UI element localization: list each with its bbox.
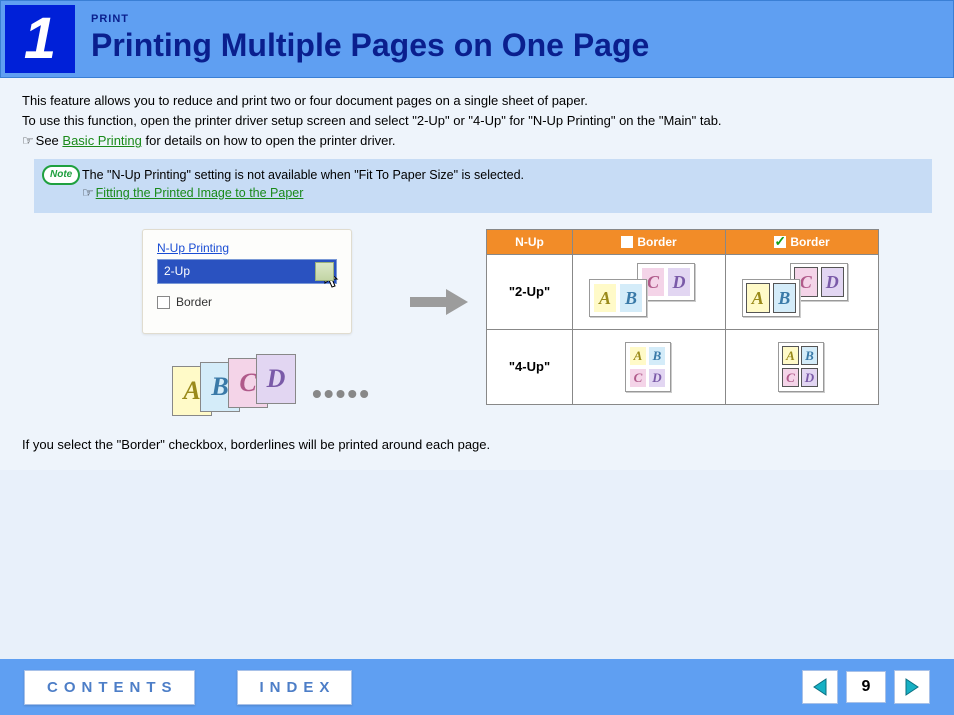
page-title: Printing Multiple Pages on One Page: [91, 27, 649, 64]
th-border-unchecked: Border: [573, 229, 726, 255]
cell-2up-noborder: C D A B: [573, 255, 726, 330]
nup-dropdown[interactable]: 2-Up: [157, 259, 337, 284]
page-D: D: [256, 354, 296, 404]
row-4up-label: "4-Up": [487, 330, 573, 405]
fitting-image-link[interactable]: Fitting the Printed Image to the Paper: [96, 186, 304, 200]
index-button[interactable]: INDEX: [237, 670, 353, 705]
result-table: N-Up Border Border "2-Up" C D A B: [486, 229, 879, 406]
next-page-button[interactable]: [894, 670, 930, 704]
cell-4up-border: A B C D: [726, 330, 879, 405]
note-badge: Note: [42, 165, 80, 185]
row-2up-label: "2-Up": [487, 255, 573, 330]
intro-line-1: This feature allows you to reduce and pr…: [22, 92, 932, 110]
cell-4up-noborder: A B C D: [573, 330, 726, 405]
note-link-line: ☞Fitting the Printed Image to the Paper: [82, 184, 920, 203]
cell-2up-border: C D A B: [726, 255, 879, 330]
contents-button[interactable]: CONTENTS: [24, 670, 195, 705]
arrow-icon: [410, 289, 468, 315]
header-text: PRINT Printing Multiple Pages on One Pag…: [75, 5, 665, 73]
border-checkbox-label: Border: [176, 294, 212, 311]
footer-bar: CONTENTS INDEX 9: [0, 659, 954, 715]
ellipsis-icon: •••••: [312, 374, 371, 413]
cursor-icon: [324, 268, 342, 297]
content-area: This feature allows you to reduce and pr…: [0, 78, 954, 470]
pager: 9: [802, 670, 930, 704]
checked-box-icon: [774, 236, 786, 248]
section-label: PRINT: [91, 13, 649, 25]
left-column: N-Up Printing 2-Up Border A B C D •••••: [142, 229, 392, 426]
page-header: 1 PRINT Printing Multiple Pages on One P…: [0, 0, 954, 78]
footer-note: If you select the "Border" checkbox, bor…: [22, 436, 932, 454]
basic-printing-link[interactable]: Basic Printing: [62, 133, 141, 148]
chapter-number: 1: [5, 5, 75, 73]
prev-page-button[interactable]: [802, 670, 838, 704]
intro-see-line: ☞See Basic Printing for details on how t…: [22, 132, 932, 150]
source-pages-illustration: A B C D •••••: [172, 356, 392, 426]
note-box: Note The "N-Up Printing" setting is not …: [34, 159, 932, 213]
diagram-area: N-Up Printing 2-Up Border A B C D •••••: [142, 229, 932, 426]
border-checkbox-row[interactable]: Border: [157, 294, 337, 311]
printer-driver-panel: N-Up Printing 2-Up Border: [142, 229, 352, 334]
border-checkbox[interactable]: [157, 296, 170, 309]
th-nup: N-Up: [487, 229, 573, 255]
th-border-checked: Border: [726, 229, 879, 255]
unchecked-box-icon: [621, 236, 633, 248]
intro-line-2: To use this function, open the printer d…: [22, 112, 932, 130]
pointer-icon: ☞: [82, 184, 94, 202]
page-number: 9: [846, 671, 886, 703]
pointer-icon: ☞: [22, 132, 34, 150]
note-text: The "N-Up Printing" setting is not avail…: [82, 167, 920, 185]
nup-group-label: N-Up Printing: [157, 240, 337, 257]
